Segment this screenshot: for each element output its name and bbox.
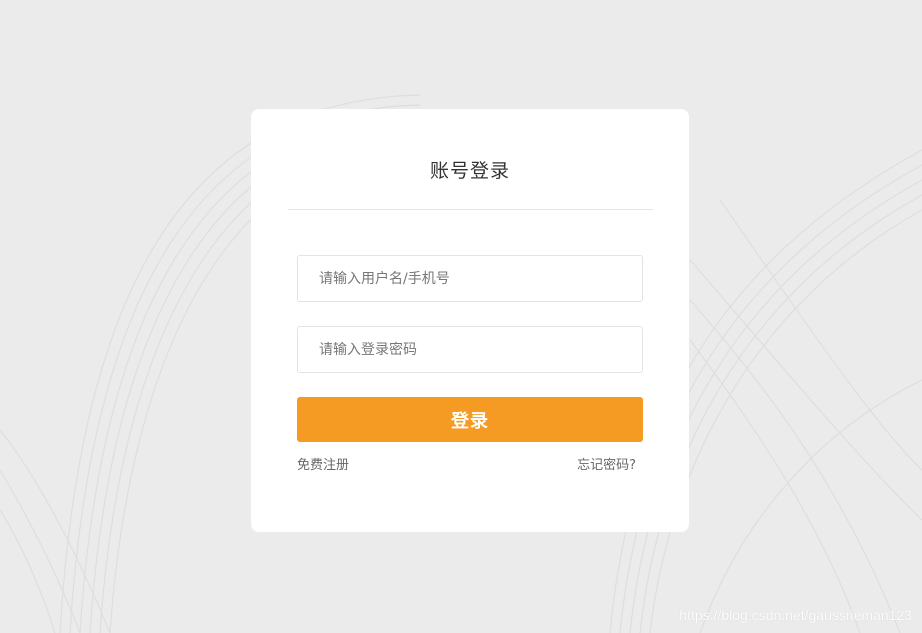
login-button[interactable]: 登录 [297, 397, 643, 442]
password-input[interactable] [297, 326, 643, 373]
login-title: 账号登录 [429, 160, 510, 182]
title-divider [288, 209, 653, 210]
username-input[interactable] [297, 255, 643, 302]
login-card: 账号登录 登录 免费注册 忘记密码? [251, 109, 689, 532]
watermark: https://blog.csdn.net/gaussrieman123 [679, 607, 912, 623]
register-link[interactable]: 免费注册 [297, 454, 349, 473]
forgot-password-link[interactable]: 忘记密码? [577, 454, 636, 473]
